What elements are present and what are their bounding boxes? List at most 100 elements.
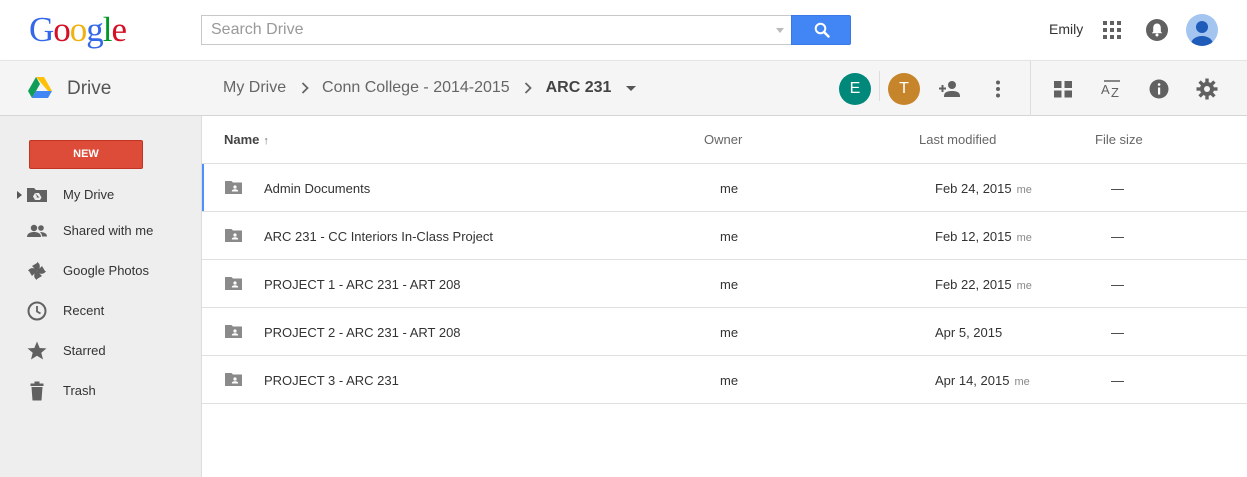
collaborator-avatar-e[interactable]: E	[839, 73, 871, 105]
sidebar-item-google-photos[interactable]: Google Photos	[0, 254, 201, 288]
photos-pinwheel-icon	[28, 262, 46, 280]
search-input[interactable]	[201, 15, 791, 45]
star-icon	[27, 341, 47, 360]
collaborator-avatar-t[interactable]: T	[888, 73, 920, 105]
file-owner: me	[720, 277, 739, 292]
settings-gear-icon[interactable]	[1195, 77, 1219, 101]
column-header-name-label: Name	[224, 132, 260, 147]
file-size: —	[1111, 373, 1124, 388]
info-icon[interactable]	[1147, 77, 1171, 101]
person-silhouette-icon	[1191, 21, 1213, 46]
file-size: —	[1111, 229, 1124, 244]
sidebar-item-label: Starred	[63, 343, 106, 358]
logo-letter: g	[86, 10, 103, 49]
toolbar-divider	[879, 71, 880, 101]
sidebar-item-starred[interactable]: Starred	[0, 334, 201, 368]
column-header-file-size[interactable]: File size	[1095, 132, 1143, 147]
file-name: PROJECT 2 - ARC 231 - ART 208	[264, 325, 461, 340]
shared-people-icon	[27, 224, 47, 237]
sidebar-item-my-drive[interactable]: My Drive	[0, 178, 201, 212]
expand-arrow-icon[interactable]	[17, 191, 22, 199]
column-header-last-modified[interactable]: Last modified	[919, 132, 996, 147]
more-vertical-icon[interactable]	[986, 77, 1010, 101]
file-list: Name ↑ Owner Last modified File size Admi…	[202, 116, 1247, 477]
folder-menu-caret-icon[interactable]	[625, 85, 636, 91]
drive-title[interactable]: Drive	[67, 78, 111, 100]
file-owner: me	[720, 373, 739, 388]
breadcrumb: My Drive Conn College - 2014-2015 ARC 23…	[223, 79, 636, 97]
modified-by: me	[1016, 280, 1032, 292]
shared-folder-icon	[225, 229, 242, 242]
sidebar-item-recent[interactable]: Recent	[0, 294, 201, 328]
chevron-right-icon	[525, 82, 532, 94]
drive-logo-icon[interactable]	[28, 77, 52, 99]
bell-glyph-icon	[1151, 23, 1163, 37]
top-bar: Google Emily	[0, 0, 1247, 60]
sidebar-item-label: Google Photos	[63, 263, 150, 278]
logo-letter: l	[102, 10, 113, 49]
shared-folder-icon	[225, 325, 242, 338]
account-avatar[interactable]	[1186, 14, 1218, 46]
table-row[interactable]: ARC 231 - CC Interiors In-Class Project …	[202, 212, 1247, 260]
sidebar-item-label: Shared with me	[63, 223, 154, 238]
logo-letter: o	[53, 10, 70, 49]
table-row[interactable]: PROJECT 1 - ARC 231 - ART 208 me Feb 22,…	[202, 260, 1247, 308]
file-size: —	[1111, 181, 1124, 196]
file-last-modified: Feb 24, 2015 me	[935, 181, 1032, 196]
search-options-caret-icon[interactable]	[776, 28, 784, 33]
file-last-modified: Feb 12, 2015 me	[935, 229, 1032, 244]
shared-folder-icon	[225, 373, 242, 386]
shared-folder-icon	[225, 277, 242, 290]
column-header-owner[interactable]: Owner	[704, 132, 742, 147]
logo-letter: e	[111, 10, 128, 49]
shared-folder-icon	[225, 181, 242, 194]
modified-date: Apr 5, 2015	[935, 325, 1003, 340]
file-name: PROJECT 1 - ARC 231 - ART 208	[264, 277, 461, 292]
breadcrumb-my-drive[interactable]: My Drive	[223, 79, 286, 97]
file-name: ARC 231 - CC Interiors In-Class Project	[264, 229, 494, 244]
chevron-right-icon	[301, 82, 309, 94]
breadcrumb-conn-college[interactable]: Conn College - 2014-2015	[322, 79, 510, 97]
logo-letter: o	[69, 10, 87, 49]
column-header-name[interactable]: Name ↑	[224, 132, 269, 147]
file-owner: me	[720, 325, 739, 340]
modified-by: me	[1016, 232, 1032, 244]
user-name[interactable]: Emily	[1049, 21, 1083, 37]
google-logo[interactable]: Google	[29, 10, 128, 50]
table-row[interactable]: Admin Documents me Feb 24, 2015 me —	[202, 164, 1247, 212]
sort-ascending-arrow-icon: ↑	[263, 135, 269, 147]
sidebar-item-shared[interactable]: Shared with me	[0, 214, 201, 248]
file-last-modified: Feb 22, 2015 me	[935, 277, 1032, 292]
modified-date: Feb 12, 2015	[935, 229, 1012, 244]
logo-letter: G	[29, 10, 54, 49]
trash-icon	[30, 381, 44, 401]
svg-text:Z: Z	[1111, 85, 1119, 100]
grid-view-icon[interactable]	[1051, 77, 1075, 101]
apps-grid-icon[interactable]	[1103, 21, 1121, 39]
search-bar	[201, 15, 851, 45]
file-owner: me	[720, 181, 739, 196]
share-add-person-icon[interactable]	[938, 77, 962, 101]
left-navigation: NEW My Drive Shared with me Google Photo…	[0, 116, 202, 477]
sidebar-item-label: My Drive	[63, 187, 115, 202]
modified-by: me	[1016, 184, 1032, 196]
search-icon	[814, 22, 830, 38]
breadcrumb-current-folder[interactable]: ARC 231	[546, 79, 612, 97]
file-owner: me	[720, 229, 739, 244]
new-button[interactable]: NEW	[29, 140, 143, 169]
sort-az-icon[interactable]: A Z	[1099, 77, 1123, 101]
sidebar-item-label: Recent	[63, 303, 105, 318]
modified-date: Apr 14, 2015	[935, 373, 1010, 388]
toolbar-divider	[1030, 61, 1031, 116]
file-list-header: Name ↑ Owner Last modified File size	[202, 116, 1247, 164]
sidebar-item-trash[interactable]: Trash	[0, 374, 201, 408]
search-button[interactable]	[791, 15, 851, 45]
my-drive-icon	[27, 188, 47, 202]
notifications-bell-icon[interactable]	[1146, 19, 1168, 41]
svg-text:A: A	[1101, 82, 1110, 97]
table-row[interactable]: PROJECT 2 - ARC 231 - ART 208 me Apr 5, …	[202, 308, 1247, 356]
file-size: —	[1111, 277, 1124, 292]
modified-date: Feb 24, 2015	[935, 181, 1012, 196]
table-row[interactable]: PROJECT 3 - ARC 231 me Apr 14, 2015 me —	[202, 356, 1247, 404]
modified-date: Feb 22, 2015	[935, 277, 1012, 292]
